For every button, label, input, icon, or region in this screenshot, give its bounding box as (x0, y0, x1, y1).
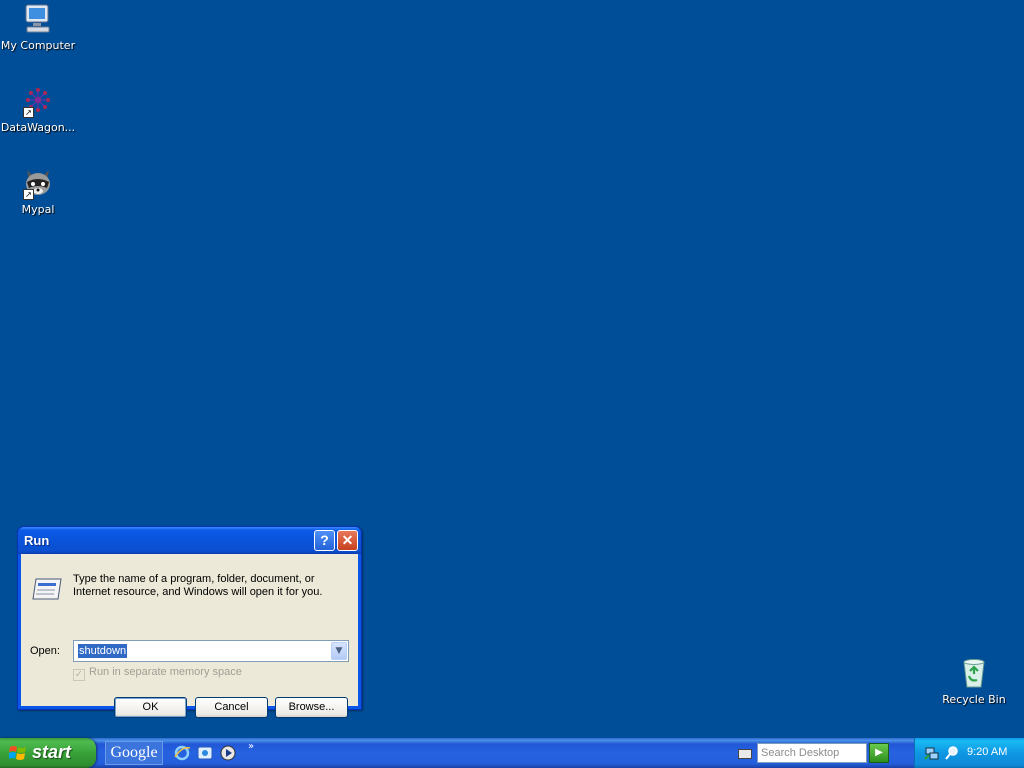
separate-memory-label: Run in separate memory space (89, 666, 242, 678)
desktop-search-tray-icon[interactable] (944, 745, 960, 761)
chevron-down-icon: ▼ (335, 646, 343, 656)
arrow-right-icon: ▶ (875, 747, 883, 758)
computer-icon (21, 2, 55, 36)
desktop-icon-label: My Computer (0, 39, 76, 52)
browse-button[interactable]: Browse... (275, 697, 348, 718)
open-input-value[interactable]: shutdown (78, 644, 128, 658)
help-button[interactable]: ? (314, 530, 335, 551)
dropdown-arrow-button[interactable]: ▼ (331, 642, 347, 660)
open-combobox[interactable]: shutdown ▼ (73, 640, 349, 662)
desktop-icon-recycle-bin[interactable]: Recycle Bin (936, 656, 1012, 706)
shortcut-arrow-icon: ↗ (23, 189, 34, 200)
start-button[interactable]: start (0, 738, 96, 768)
taskbar: start Google » Search Desktop ▶ 9:20 AM (0, 738, 1024, 768)
taskbar-clock[interactable]: 9:20 AM (967, 746, 1007, 758)
desktop-search-input[interactable]: Search Desktop (757, 743, 867, 763)
separate-memory-checkbox: ✓ (73, 669, 85, 681)
close-button[interactable]: ✕ (337, 530, 358, 551)
desktop-icon-datawagon[interactable]: ↗ DataWagon... (0, 84, 76, 134)
search-go-button[interactable]: ▶ (869, 743, 889, 763)
start-label: start (32, 742, 72, 762)
dialog-title: Run (24, 533, 50, 548)
cancel-button[interactable]: Cancel (195, 697, 268, 718)
desktop-icon-label: DataWagon... (0, 121, 76, 134)
run-program-icon (30, 576, 64, 602)
datawagon-icon: ↗ (21, 84, 55, 118)
desktop-icon-label: Mypal (21, 203, 55, 216)
desktop-icon-mypal[interactable]: ↗ Mypal (0, 166, 76, 216)
run-dialog: Run ? ✕ Type the name of a program, fold… (17, 526, 362, 718)
desktop-icon-my-computer[interactable]: My Computer (0, 2, 76, 52)
shortcut-arrow-icon: ↗ (23, 107, 34, 118)
close-icon: ✕ (341, 532, 354, 548)
mypal-raccoon-icon: ↗ (21, 166, 55, 200)
recycle-bin-icon (957, 656, 991, 690)
ok-button[interactable]: OK (114, 697, 187, 718)
media-player-icon[interactable] (219, 744, 237, 762)
windows-logo-icon (9, 745, 27, 761)
desktop-icon-label: Recycle Bin (942, 693, 1006, 706)
network-icon[interactable] (924, 745, 940, 761)
keyboard-icon[interactable] (738, 749, 752, 759)
separate-memory-checkbox-row: ✓ Run in separate memory space (73, 666, 242, 681)
system-tray: 9:20 AM (914, 738, 1024, 768)
help-icon: ? (320, 532, 329, 548)
dialog-description: Type the name of a program, folder, docu… (73, 573, 323, 598)
dialog-body: Type the name of a program, folder, docu… (21, 554, 358, 718)
open-label: Open: (30, 645, 60, 657)
outlook-express-icon[interactable] (196, 744, 214, 762)
google-toolbar-button[interactable]: Google (105, 741, 163, 765)
dialog-titlebar[interactable]: Run ? ✕ (18, 527, 361, 554)
internet-explorer-icon[interactable] (173, 744, 191, 762)
quicklaunch-overflow-button[interactable]: » (248, 741, 254, 752)
